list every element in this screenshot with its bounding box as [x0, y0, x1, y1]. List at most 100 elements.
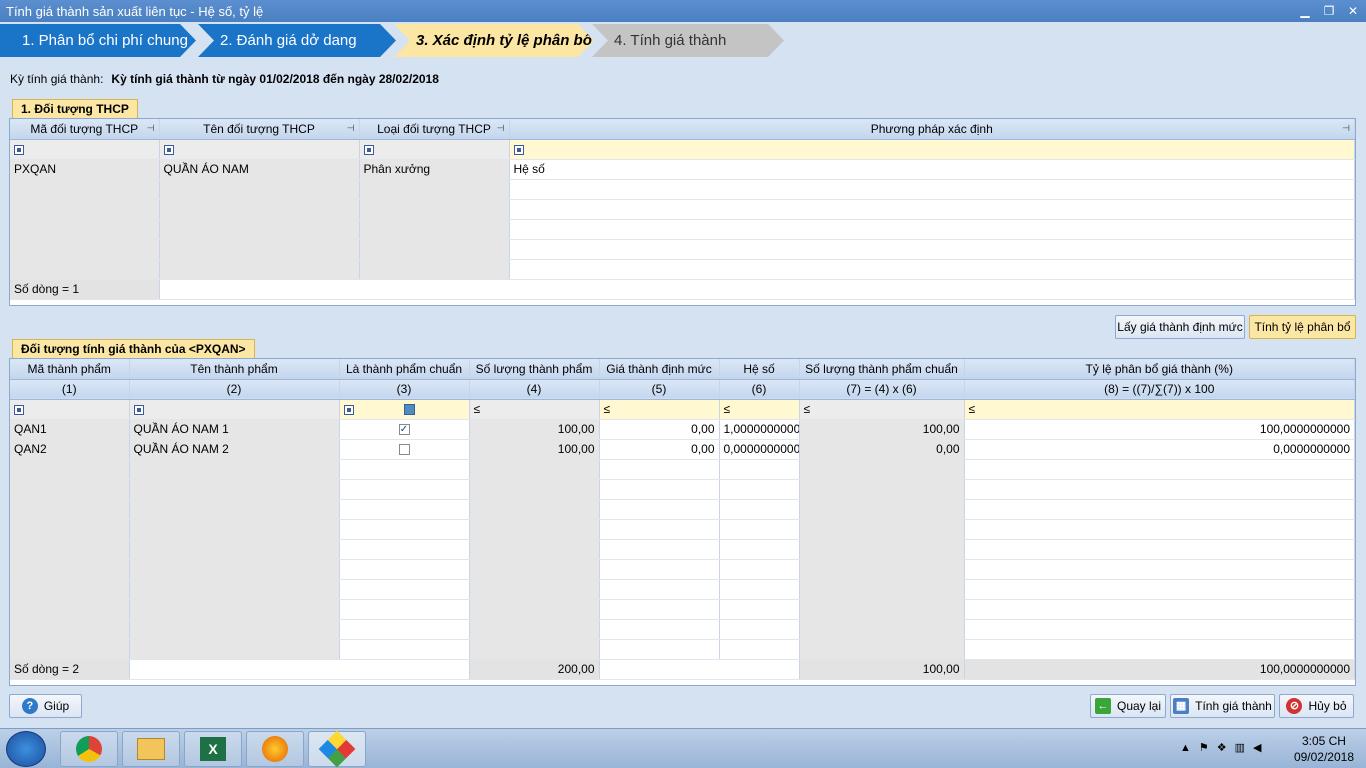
cell-method[interactable]: Hệ số: [509, 159, 1355, 180]
cell-quantity: 100,00: [469, 419, 600, 440]
cell-standard-cost[interactable]: 0,00: [599, 419, 720, 440]
cell-ratio[interactable]: 0,0000000000: [964, 439, 1355, 460]
cell-product-name: QUẦN ÁO NAM 2: [129, 439, 340, 460]
filter-cell[interactable]: [339, 399, 470, 420]
filter-cell[interactable]: [359, 139, 510, 160]
back-button[interactable]: ← Quay lại: [1090, 694, 1166, 718]
filter-icon[interactable]: [133, 404, 144, 415]
period-row: Kỳ tính giá thành: Kỳ tính giá thành từ n…: [10, 72, 439, 86]
wizard-step-1[interactable]: 1. Phân bổ chi phí chung: [0, 24, 196, 57]
filter-icon[interactable]: [14, 144, 24, 155]
col-header-product-name[interactable]: Tên thành phẩm: [129, 359, 340, 380]
filter-cell[interactable]: ≤: [719, 399, 800, 420]
subheader: (4): [469, 379, 600, 400]
total-quantity: 200,00: [469, 658, 600, 680]
accounting-app-icon[interactable]: [308, 730, 366, 768]
filter-cell[interactable]: ≤: [599, 399, 720, 420]
filter-cell[interactable]: [159, 139, 360, 160]
period-label: Kỳ tính giá thành:: [10, 72, 104, 86]
get-standard-cost-button[interactable]: Lấy giá thành định mức: [1115, 315, 1245, 339]
col-header-method[interactable]: Phương pháp xác định ⊣: [509, 119, 1355, 140]
product-grid: Mã thành phẩm Tên thành phẩm Là thành ph…: [9, 358, 1356, 686]
cell-is-standard[interactable]: [339, 439, 470, 460]
col-header-standard-cost[interactable]: Giá thành định mức: [599, 359, 720, 380]
cell-standard-quantity: 0,00: [799, 439, 965, 460]
cell-coefficient[interactable]: 1,0000000000: [719, 419, 800, 440]
file-explorer-icon[interactable]: [122, 731, 180, 767]
subheader: (5): [599, 379, 720, 400]
window-title: Tính giá thành sản xuất liên tục - Hệ số…: [6, 3, 264, 19]
help-icon: ?: [21, 698, 38, 714]
subheader: (2): [129, 379, 340, 400]
filter-cell[interactable]: ≤: [469, 399, 600, 420]
calc-ratio-button[interactable]: Tính tỷ lệ phân bổ: [1249, 315, 1356, 339]
taskbar: X ▲⚑❖▥◀ 3:05 CH 09/02/2018: [0, 728, 1366, 768]
cell-thcp-name: QUẦN ÁO NAM: [159, 159, 360, 180]
table-row[interactable]: PXQAN QUẦN ÁO NAM Phân xưởng Hệ số: [10, 159, 1355, 180]
period-value: Kỳ tính giá thành từ ngày 01/02/2018 đến…: [111, 72, 439, 86]
row-count: Số dòng = 2: [10, 658, 130, 680]
restore-icon[interactable]: ❐: [1322, 4, 1336, 18]
title-bar: Tính giá thành sản xuất liên tục - Hệ số…: [0, 0, 1366, 22]
cell-coefficient[interactable]: 0,0000000000: [719, 439, 800, 460]
standard-checkbox[interactable]: [398, 444, 410, 456]
row-count: Số dòng = 1: [10, 278, 160, 300]
table-row[interactable]: QAN1 QUẦN ÁO NAM 1 ✓ 100,00 0,00 1,00000…: [10, 419, 1355, 440]
calculator-icon: ▦: [1173, 698, 1190, 714]
subheader: (8) = ((7)/∑(7)) x 100: [964, 379, 1355, 400]
wizard-step-3[interactable]: 3. Xác định tỷ lệ phân bổ: [394, 24, 594, 57]
cell-quantity: 100,00: [469, 439, 600, 460]
cell-product-name: QUẦN ÁO NAM 1: [129, 419, 340, 440]
filter-icon[interactable]: [513, 144, 524, 155]
cell-thcp-type: Phân xưởng: [359, 159, 510, 180]
minimize-icon[interactable]: ▁: [1298, 4, 1312, 18]
filter-cell[interactable]: ≤: [964, 399, 1355, 420]
filter-icon[interactable]: [343, 404, 354, 415]
col-header-thcp-code[interactable]: Mã đối tượng THCP ⊣: [10, 119, 160, 140]
group2-tab[interactable]: Đối tượng tính giá thành của <PXQAN>: [12, 339, 255, 358]
filter-cell[interactable]: ≤: [799, 399, 965, 420]
subheader: (3): [339, 379, 470, 400]
thcp-grid: Mã đối tượng THCP ⊣ Tên đối tượng THCP ⊣ L…: [9, 118, 1356, 306]
tray-icons[interactable]: ▲⚑❖▥◀: [1180, 741, 1269, 754]
col-header-thcp-type[interactable]: Loại đối tượng THCP ⊣: [359, 119, 510, 140]
filter-icon[interactable]: [163, 144, 174, 155]
filter-cell[interactable]: [10, 139, 160, 160]
standard-checkbox[interactable]: ✓: [398, 424, 410, 436]
col-header-standard-quantity[interactable]: Số lượng thành phẩm chuẩn: [799, 359, 965, 380]
help-button[interactable]: ? Giúp: [9, 694, 82, 718]
filter-icon[interactable]: [363, 144, 374, 155]
table-row[interactable]: QAN2 QUẦN ÁO NAM 2 100,00 0,00 0,0000000…: [10, 439, 1355, 460]
cancel-button[interactable]: ⊘ Hủy bỏ: [1279, 694, 1354, 718]
clock-date: 09/02/2018: [1293, 750, 1354, 764]
total-ratio: 100,0000000000: [964, 658, 1355, 680]
col-header-is-standard[interactable]: Là thành phẩm chuẩn: [339, 359, 470, 380]
wizard-step-2[interactable]: 2. Đánh giá dở dang: [198, 24, 396, 57]
compute-cost-button[interactable]: ▦ Tính giá thành: [1170, 694, 1275, 718]
filter-checkbox-icon[interactable]: [403, 404, 415, 416]
clock[interactable]: 3:05 CH 09/02/2018: [1294, 733, 1354, 765]
clock-time: 3:05 CH: [1301, 734, 1346, 748]
excel-icon[interactable]: X: [184, 731, 242, 767]
filter-cell[interactable]: [509, 139, 1355, 160]
cell-standard-cost[interactable]: 0,00: [599, 439, 720, 460]
group1-tab[interactable]: 1. Đối tượng THCP: [12, 99, 138, 118]
filter-cell[interactable]: [129, 399, 340, 420]
cell-is-standard[interactable]: ✓: [339, 419, 470, 440]
chrome-icon[interactable]: [60, 731, 118, 767]
col-header-ratio[interactable]: Tỷ lệ phân bổ giá thành (%): [964, 359, 1355, 380]
cancel-icon: ⊘: [1286, 698, 1303, 714]
col-header-coefficient[interactable]: Hệ số: [719, 359, 800, 380]
start-button[interactable]: [6, 731, 46, 767]
subheader: (7) = (4) x (6): [799, 379, 965, 400]
cell-ratio[interactable]: 100,0000000000: [964, 419, 1355, 440]
subheader: (6): [719, 379, 800, 400]
close-icon[interactable]: ✕: [1346, 4, 1360, 18]
filter-icon[interactable]: [14, 404, 24, 415]
col-header-thcp-name[interactable]: Tên đối tượng THCP ⊣: [159, 119, 360, 140]
wizard-step-4[interactable]: 4. Tính giá thành: [592, 24, 784, 57]
filter-cell[interactable]: [10, 399, 130, 420]
col-header-product-code[interactable]: Mã thành phẩm: [10, 359, 130, 380]
firefox-icon[interactable]: [246, 731, 304, 767]
col-header-quantity[interactable]: Số lượng thành phẩm: [469, 359, 600, 380]
